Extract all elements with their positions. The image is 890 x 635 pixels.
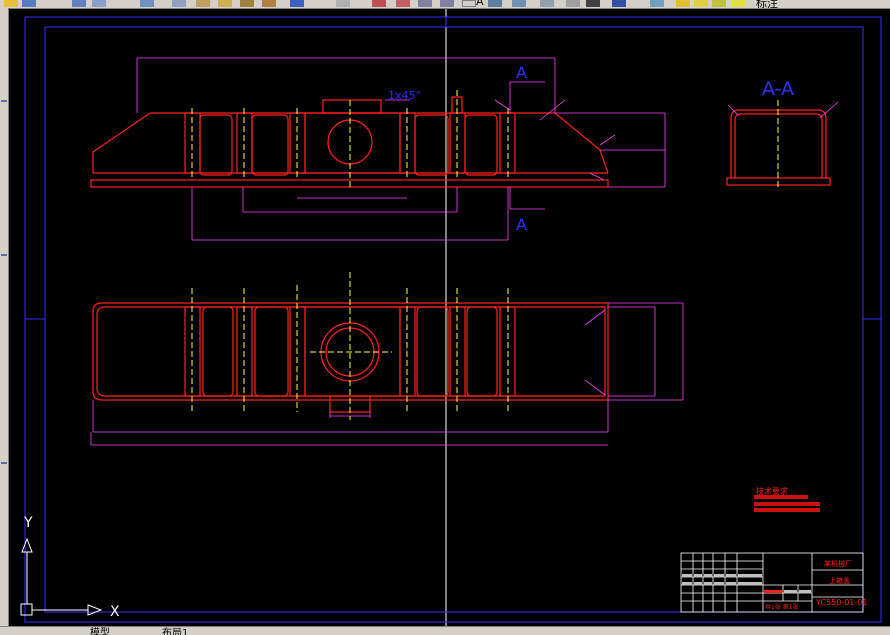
cad-drawing: A A 1x45° A-A 技术要求 某机械厂 上箱盖 YC550-01-01 …	[20, 9, 882, 626]
left-dock-bar	[0, 8, 9, 626]
title-block-fills	[682, 574, 811, 593]
title-drawing-number: YC550-01-01	[815, 598, 867, 607]
layer-freeze-icon[interactable]	[694, 0, 708, 7]
zoom-previous-icon[interactable]	[396, 0, 410, 7]
zoom-realtime-icon[interactable]	[336, 0, 350, 7]
zoom-out-icon[interactable]	[440, 0, 454, 7]
standard-toolbar: A 标注	[0, 0, 890, 9]
chamfer-note: 1x45°	[388, 89, 421, 102]
text-style-label[interactable]: A	[476, 0, 484, 8]
layer-on-icon[interactable]	[676, 0, 690, 7]
top-dimensions	[90, 302, 684, 446]
copy-icon[interactable]	[172, 0, 186, 7]
ucs-x-label: X	[110, 604, 120, 620]
calculator-icon[interactable]	[586, 0, 600, 7]
markup-icon[interactable]	[566, 0, 580, 7]
dock-grip[interactable]	[1, 462, 7, 464]
title-part-name: 上箱盖	[829, 576, 850, 585]
ucs-y-label: Y	[23, 515, 33, 531]
save-icon[interactable]	[22, 0, 36, 7]
match-properties-icon[interactable]	[218, 0, 232, 7]
undo-icon[interactable]	[240, 0, 254, 7]
design-center-icon[interactable]	[488, 0, 502, 7]
dock-grip[interactable]	[1, 254, 7, 256]
paste-icon[interactable]	[196, 0, 210, 7]
section-view-title: A-A	[762, 78, 794, 100]
properties-icon[interactable]	[462, 0, 476, 7]
layer-lock-icon[interactable]	[712, 0, 726, 7]
open-icon[interactable]	[4, 0, 18, 7]
cut-icon[interactable]	[140, 0, 154, 7]
front-centerlines	[191, 90, 509, 190]
title-sheet-note: 共1张 第1张	[765, 603, 799, 611]
front-dimensions	[136, 57, 666, 241]
redo-icon[interactable]	[262, 0, 276, 7]
drawing-canvas[interactable]: A A 1x45° A-A 技术要求 某机械厂 上箱盖 YC550-01-01 …	[9, 9, 890, 626]
help-icon[interactable]	[612, 0, 626, 7]
title-company: 某机械厂	[824, 559, 852, 568]
layer-color-icon[interactable]	[732, 0, 746, 7]
sheet-set-icon[interactable]	[540, 0, 554, 7]
layer-manager-icon[interactable]	[650, 0, 664, 7]
top-centerlines	[191, 272, 509, 420]
layer-name-label[interactable]: 标注	[756, 0, 778, 8]
preview-icon[interactable]	[92, 0, 106, 7]
tool-palette-icon[interactable]	[512, 0, 526, 7]
technical-requirements: 技术要求	[754, 486, 820, 512]
print-icon[interactable]	[72, 0, 86, 7]
drawing-frame	[24, 16, 882, 623]
pan-icon[interactable]	[290, 0, 304, 7]
zoom-in-icon[interactable]	[418, 0, 432, 7]
tech-req-title: 技术要求	[756, 486, 788, 496]
section-label-bottom: A	[516, 215, 527, 234]
dock-grip[interactable]	[1, 100, 7, 102]
section-label-top: A	[516, 63, 527, 82]
zoom-window-icon[interactable]	[372, 0, 386, 7]
ucs-icon	[20, 537, 103, 616]
